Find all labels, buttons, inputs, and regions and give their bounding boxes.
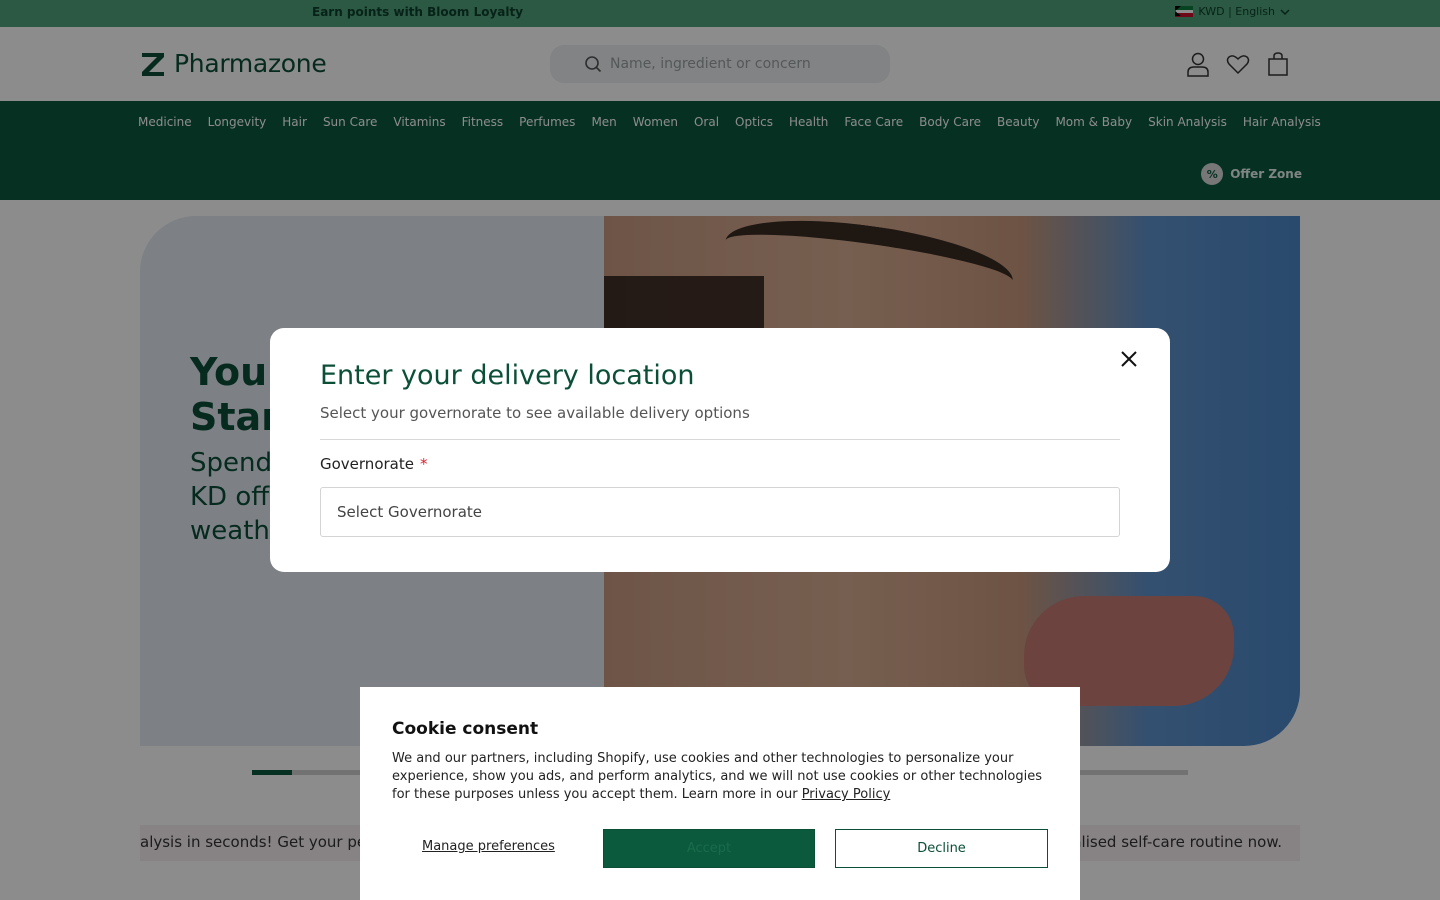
accept-button[interactable]: Accept	[603, 829, 815, 868]
governorate-label-text: Governorate	[320, 455, 414, 473]
governorate-label: Governorate *	[320, 455, 427, 473]
modal-title: Enter your delivery location	[320, 360, 695, 391]
privacy-policy-link[interactable]: Privacy Policy	[802, 787, 891, 802]
delivery-location-modal: Enter your delivery location Select your…	[270, 328, 1170, 572]
cookie-body-text: We and our partners, including Shopify, …	[392, 751, 1043, 802]
close-icon[interactable]	[1118, 348, 1140, 370]
cookie-body: We and our partners, including Shopify, …	[392, 750, 1052, 804]
governorate-select[interactable]: Select Governorate	[320, 487, 1120, 537]
modal-description: Select your governorate to see available…	[320, 404, 750, 422]
modal-divider	[320, 439, 1120, 440]
cookie-consent-banner: Cookie consent We and our partners, incl…	[360, 687, 1080, 900]
manage-preferences-link[interactable]: Manage preferences	[422, 839, 555, 854]
decline-button[interactable]: Decline	[835, 829, 1048, 868]
cookie-title: Cookie consent	[392, 719, 539, 739]
required-marker: *	[419, 455, 428, 473]
